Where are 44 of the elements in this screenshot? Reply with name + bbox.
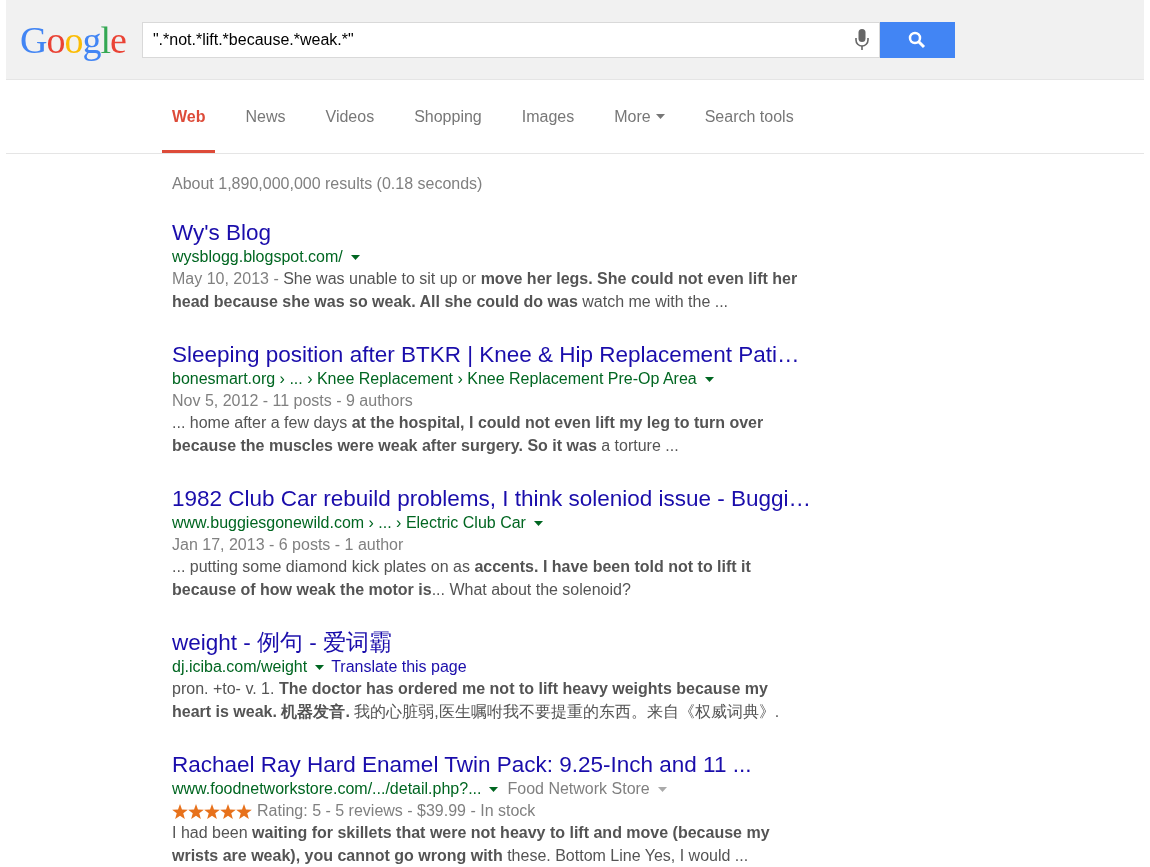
nav-tab[interactable]: Images — [511, 80, 585, 153]
result-url: bonesmart.org › ... › Knee Replacement › Knee Replacement Pre-Op Area — [172, 369, 697, 389]
star-icon — [172, 803, 188, 819]
source-name: Food Network Store — [507, 779, 650, 799]
nav-tab[interactable]: Shopping — [404, 80, 492, 153]
result-meta: Nov 5, 2012 - 11 posts - 9 authors — [172, 391, 414, 411]
result-url: www.buggiesgonewild.com › ... › Electric Club Car — [172, 513, 526, 533]
result-url: wysblogg.blogspot.com/ — [172, 247, 343, 267]
result-meta: Jan 17, 2013 - 6 posts - 1 author — [172, 535, 405, 555]
result-title-link[interactable]: Rachael Ray Hard Enamel Twin Pack: 9.25-Inch and 11 ... — [172, 752, 832, 778]
caret-icon[interactable] — [489, 786, 499, 792]
nav-tab[interactable]: Search tools — [694, 80, 804, 153]
google-logo[interactable]: Google — [20, 20, 126, 59]
result-url: dj.iciba.com/weight — [172, 657, 308, 677]
nav-tab[interactable]: More — [604, 80, 675, 153]
search-icon — [908, 30, 927, 49]
star-icon — [236, 803, 252, 819]
translate-link[interactable]: Translate this page — [331, 656, 467, 678]
nav-tab[interactable]: News — [235, 80, 296, 153]
result-stats: About 1,890,000,000 results (0.18 seconds) — [172, 174, 484, 194]
result-snippet: ... home after a few days at the hospital, I could not even lift my leg to turn over because the muscles were weak after surgery. So it was a torture ... — [172, 413, 765, 456]
caret-icon[interactable] — [533, 520, 543, 526]
caret-icon — [655, 114, 665, 119]
search-button[interactable] — [879, 21, 955, 58]
caret-icon[interactable] — [350, 254, 360, 260]
rating-text: Rating: 5 - 5 reviews - $39.99 - In stock — [257, 801, 536, 821]
star-icon — [220, 803, 236, 819]
star-icon — [188, 803, 204, 819]
result-title-link[interactable]: Sleeping position after BTKR | Knee & Hip Replacement Pati… — [172, 342, 832, 368]
result-title-link[interactable]: Wy's Blog — [172, 220, 832, 246]
result-snippet: May 10, 2013 - She was unable to sit up or move her legs. She could not even lift her head because she was so weak. All she could do was watch me with the ... — [172, 269, 799, 312]
result-title-link[interactable]: 1982 Club Car rebuild problems, I think soleniod issue - Buggi… — [172, 486, 832, 512]
nav-tab[interactable]: Web — [162, 80, 216, 153]
caret-icon[interactable] — [315, 664, 325, 670]
caret-icon[interactable] — [704, 376, 714, 382]
result-url: www.foodnetworkstore.com/.../detail.php?... — [172, 779, 482, 799]
nav-tab[interactable]: Videos — [315, 80, 385, 153]
star-icon — [204, 803, 220, 819]
result-snippet: ... putting some diamond kick plates on as accents. I have been told not to lift it because of how weak the motor is... What about the solenoid? — [172, 557, 752, 600]
result-snippet: pron. +to- v. 1. The doctor has ordered me not to lift heavy weights because my heart is weak. 机器发音. 我的心脏弱,医生嘱咐我不要提重的东西。来自《权威词典》. — [172, 679, 781, 722]
result-title-link[interactable]: weight - 例句 - 爱词霸 — [172, 630, 832, 656]
microphone-icon[interactable] — [854, 28, 869, 51]
result-snippet: I had been waiting for skillets that were not heavy to lift and move (because my wrists are weak), you cannot go wrong with these. Bottom Line Yes, I would ... — [172, 823, 771, 866]
search-field[interactable]: ".*not.*lift.*because.*weak.*" — [141, 21, 880, 58]
